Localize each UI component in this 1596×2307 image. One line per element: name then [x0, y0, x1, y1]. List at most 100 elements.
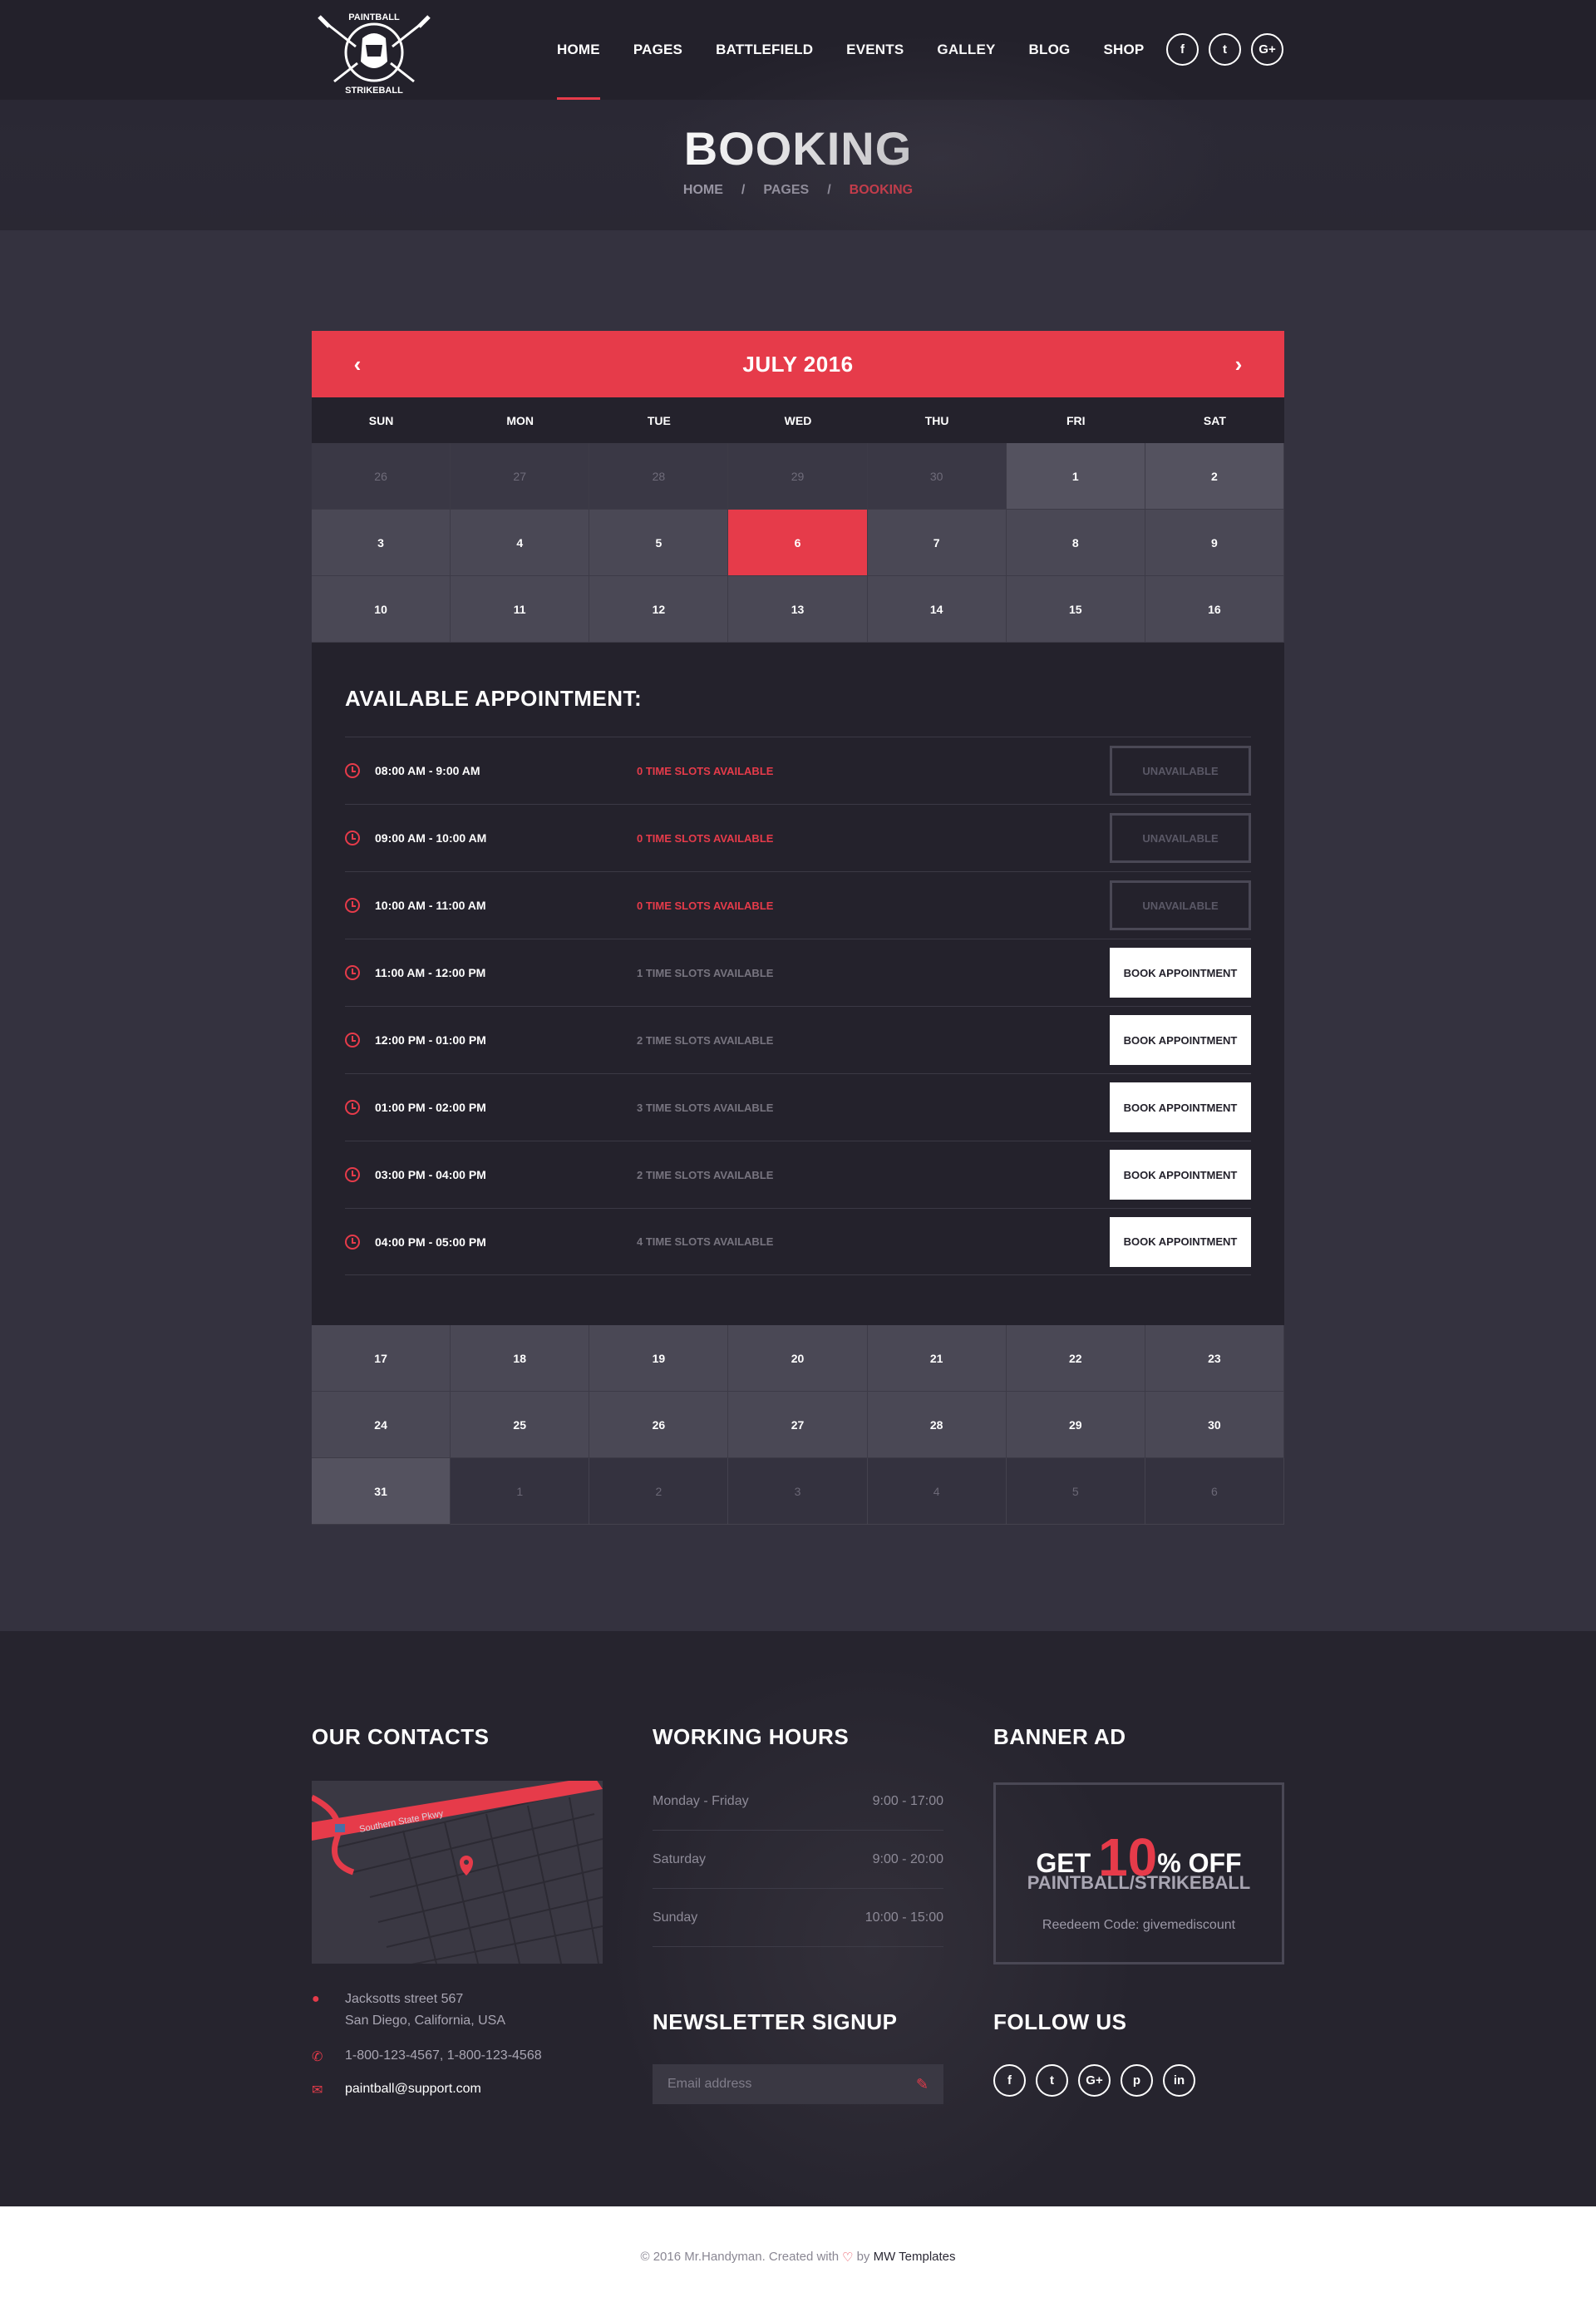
discount-banner[interactable]: GET 10% OFF PAINTBALL/STRIKEBALL Reedeem…	[993, 1782, 1284, 1964]
book-appointment-button[interactable]: BOOK APPOINTMENT	[1110, 948, 1251, 998]
unavailable-button: UNAVAILABLE	[1110, 880, 1251, 930]
calendar-day[interactable]: 16	[1145, 576, 1284, 643]
banner-code: Reedeem Code: givemediscount	[1042, 1918, 1236, 1932]
book-appointment-button[interactable]: BOOK APPOINTMENT	[1110, 1015, 1251, 1065]
breadcrumb-home[interactable]: HOME	[683, 183, 723, 197]
calendar-day-selected[interactable]: 6	[728, 510, 868, 576]
book-appointment-button[interactable]: BOOK APPOINTMENT	[1110, 1082, 1251, 1132]
nav-home[interactable]: HOME	[540, 0, 617, 100]
appointment-time: 10:00 AM - 11:00 AM	[375, 899, 486, 912]
prev-month-chevron-icon[interactable]: ‹	[345, 352, 370, 377]
header-social-links: f t G+	[1166, 33, 1283, 66]
calendar-day[interactable]: 21	[867, 1325, 1007, 1392]
booking-calendar: ‹ JULY 2016 › SUN MON TUE WED THU FRI SA…	[312, 331, 1284, 1525]
google-plus-icon[interactable]: G+	[1078, 2064, 1111, 2097]
phone-number[interactable]: 1-800-123-4567, 1-800-123-4568	[345, 2048, 542, 2065]
calendar-day[interactable]: 17	[312, 1325, 451, 1392]
calendar-day[interactable]: 15	[1006, 576, 1145, 643]
email-link[interactable]: paintball@support.com	[345, 2082, 481, 2098]
calendar-day[interactable]: 19	[589, 1325, 729, 1392]
nav-events[interactable]: EVENTS	[830, 0, 920, 100]
contacts-heading: OUR CONTACTS	[312, 1724, 490, 1749]
calendar-day[interactable]: 11	[451, 576, 590, 643]
appointment-slots: 1 TIME SLOTS AVAILABLE	[637, 966, 774, 979]
facebook-icon[interactable]: f	[993, 2064, 1026, 2097]
calendar-day[interactable]: 29	[1006, 1392, 1145, 1458]
calendar-day: 28	[589, 443, 729, 510]
google-plus-icon[interactable]: G+	[1251, 33, 1283, 66]
author-link[interactable]: MW Templates	[874, 2250, 956, 2264]
calendar-day[interactable]: 10	[312, 576, 451, 643]
newsletter-email-input[interactable]: Email address ✎	[653, 2064, 943, 2104]
nav-blog[interactable]: BLOG	[1012, 0, 1087, 100]
calendar-day[interactable]: 31	[312, 1458, 451, 1525]
calendar-day[interactable]: 22	[1006, 1325, 1145, 1392]
book-appointment-button[interactable]: BOOK APPOINTMENT	[1110, 1216, 1251, 1267]
newsletter-heading: NEWSLETTER SIGNUP	[653, 2009, 898, 2034]
nav-shop[interactable]: SHOP	[1086, 0, 1160, 100]
appointment-slots: 4 TIME SLOTS AVAILABLE	[637, 1235, 774, 1248]
linkedin-icon[interactable]: in	[1163, 2064, 1195, 2097]
calendar-day[interactable]: 23	[1145, 1325, 1284, 1392]
breadcrumb: HOME / PAGES / BOOKING	[0, 183, 1596, 198]
hours-day: Monday - Friday	[653, 1793, 749, 1808]
heart-icon: ♡	[842, 2250, 854, 2265]
contact-map[interactable]: Southern State Pkwy	[312, 1781, 603, 1964]
calendar-header: ‹ JULY 2016 ›	[312, 331, 1284, 397]
appointment-row: 03:00 PM - 04:00 PM 2 TIME SLOTS AVAILAB…	[345, 1141, 1251, 1208]
calendar-day[interactable]: 4	[451, 510, 590, 576]
calendar-day[interactable]: 2	[1145, 443, 1284, 510]
address-line-2: San Diego, California, USA	[345, 2014, 505, 2028]
calendar-day-next-month: 5	[1006, 1458, 1145, 1525]
appointment-slots: 2 TIME SLOTS AVAILABLE	[637, 1168, 774, 1181]
calendar-day[interactable]: 30	[1145, 1392, 1284, 1458]
pencil-icon[interactable]: ✎	[916, 2076, 929, 2093]
calendar-day[interactable]: 1	[1006, 443, 1145, 510]
calendar-day[interactable]: 7	[867, 510, 1007, 576]
appointment-time: 01:00 PM - 02:00 PM	[375, 1101, 486, 1114]
calendar-day[interactable]: 20	[728, 1325, 868, 1392]
working-hours-list: Monday - Friday 9:00 - 17:00 Saturday 9:00…	[653, 1772, 943, 1947]
hours-day: Sunday	[653, 1910, 698, 1925]
calendar-day[interactable]: 12	[589, 576, 729, 643]
calendar-day[interactable]: 28	[867, 1392, 1007, 1458]
pinterest-icon[interactable]: p	[1121, 2064, 1153, 2097]
site-footer: OUR CONTACTS WORKING HOURS BANNER AD Sou…	[0, 1631, 1596, 2206]
calendar-day[interactable]: 18	[451, 1325, 590, 1392]
book-appointment-button[interactable]: BOOK APPOINTMENT	[1110, 1150, 1251, 1200]
calendar-day[interactable]: 9	[1145, 510, 1284, 576]
nav-pages[interactable]: PAGES	[617, 0, 699, 100]
appointment-slots: 2 TIME SLOTS AVAILABLE	[637, 1033, 774, 1047]
breadcrumb-pages[interactable]: PAGES	[763, 183, 809, 197]
address-line-1: Jacksotts street 567	[345, 1992, 464, 2006]
calendar-day[interactable]: 25	[451, 1392, 590, 1458]
calendar-day[interactable]: 8	[1006, 510, 1145, 576]
contact-address: ● Jacksotts street 567 San Diego, Califo…	[312, 1992, 505, 2028]
twitter-icon[interactable]: t	[1209, 33, 1241, 66]
calendar-day: 30	[867, 443, 1007, 510]
nav-battlefield[interactable]: BATTLEFIELD	[699, 0, 830, 100]
clock-icon	[345, 898, 360, 913]
calendar-day[interactable]: 24	[312, 1392, 451, 1458]
calendar-day[interactable]: 26	[589, 1392, 729, 1458]
clock-icon	[345, 1100, 360, 1115]
map-streets: Southern State Pkwy	[312, 1781, 603, 1964]
calendar-day[interactable]: 14	[867, 576, 1007, 643]
clock-icon	[345, 1033, 360, 1048]
twitter-icon[interactable]: t	[1036, 2064, 1068, 2097]
calendar-day[interactable]: 13	[728, 576, 868, 643]
calendar-day[interactable]: 5	[589, 510, 729, 576]
nav-galley[interactable]: GALLEY	[920, 0, 1012, 100]
breadcrumb-current: BOOKING	[849, 183, 914, 197]
logo-bottom-text: STRIKEBALL	[345, 86, 403, 96]
next-month-chevron-icon[interactable]: ›	[1226, 352, 1251, 377]
appointment-row: 12:00 PM - 01:00 PM 2 TIME SLOTS AVAILAB…	[345, 1006, 1251, 1073]
paintball-logo[interactable]: PAINTBALL STRIKEBALL	[308, 7, 441, 98]
calendar-day[interactable]: 3	[312, 510, 451, 576]
hours-row: Saturday 9:00 - 20:00	[653, 1831, 943, 1889]
clock-icon	[345, 1234, 360, 1250]
calendar-month-title: JULY 2016	[742, 351, 854, 377]
clock-icon	[345, 965, 360, 980]
facebook-icon[interactable]: f	[1166, 33, 1199, 66]
calendar-day[interactable]: 27	[728, 1392, 868, 1458]
